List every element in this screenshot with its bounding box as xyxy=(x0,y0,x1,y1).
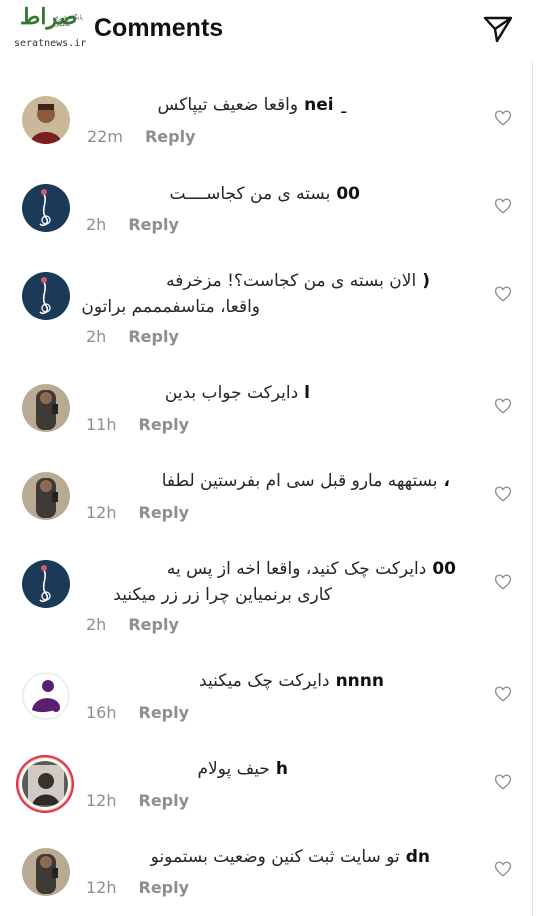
comment-meta: 12h Reply xyxy=(86,878,189,897)
comment-item: nnnn دایرکت چک میکنید 16h Reply xyxy=(0,652,540,740)
reply-button[interactable]: Reply xyxy=(139,791,190,810)
comment-username[interactable]: 00 xyxy=(432,559,456,579)
comment-time: 2h xyxy=(86,327,107,346)
send-icon[interactable] xyxy=(482,14,514,44)
comment-text: 00بسته ی من کجاســــت xyxy=(170,181,360,207)
comment-item: ˍ neiواقعا ضعیف تیپاکس 22m Reply xyxy=(0,76,540,164)
heart-icon[interactable] xyxy=(494,485,512,503)
comment-body: حیف پولام xyxy=(197,759,270,779)
comment-text: (الان بسته ی من کجاست؟! مزخرفه xyxy=(166,268,430,294)
heart-icon[interactable] xyxy=(494,573,512,591)
comment-item: 00بسته ی من کجاســــت 2h Reply xyxy=(0,164,540,252)
watermark-logo: صراط پایگاه خبری تحلیلی seratnews.ir xyxy=(14,4,98,54)
comment-time: 12h xyxy=(86,791,117,810)
comment-body: واقعا ضعیف تیپاکس xyxy=(157,95,299,115)
page-title: Comments xyxy=(94,14,224,42)
comment-time: 12h xyxy=(86,503,117,522)
reply-button[interactable]: Reply xyxy=(145,127,196,146)
comment-body: دایرکت چک کنید، واقعا اخه از پس یه xyxy=(166,559,427,579)
avatar[interactable] xyxy=(22,184,70,232)
avatar[interactable] xyxy=(22,472,70,520)
comment-item: 00دایرکت چک کنید، واقعا اخه از پس یه کار… xyxy=(0,540,540,634)
comment-username[interactable]: ، xyxy=(444,471,450,491)
reply-button[interactable]: Reply xyxy=(139,415,190,434)
comment-meta: 22m Reply xyxy=(87,127,196,146)
comment-meta: 2h Reply xyxy=(86,327,179,346)
comment-meta: 2h Reply xyxy=(86,615,179,634)
reply-button[interactable]: Reply xyxy=(139,703,190,722)
avatar-story[interactable] xyxy=(16,755,74,813)
avatar[interactable] xyxy=(22,672,70,720)
reply-button[interactable]: Reply xyxy=(128,327,179,346)
comment-text: ادایرکت جواب بدین xyxy=(165,380,310,406)
watermark-url: seratnews.ir xyxy=(14,38,87,49)
comment-username[interactable]: ا xyxy=(304,383,310,403)
comment-meta: 11h Reply xyxy=(86,415,189,434)
comment-body: تو سایت ثبت کنین وضعیت بستمونو xyxy=(150,847,400,867)
comment-body: دایرکت جواب بدین xyxy=(164,383,299,403)
comment-text: nnnn دایرکت چک میکنید xyxy=(199,668,384,694)
comments-header: صراط پایگاه خبری تحلیلی seratnews.ir Com… xyxy=(0,0,540,62)
comment-item: ادایرکت جواب بدین 11h Reply xyxy=(0,364,540,452)
heart-icon[interactable] xyxy=(494,773,512,791)
heart-icon[interactable] xyxy=(494,197,512,215)
heart-icon[interactable] xyxy=(494,860,512,878)
comment-item: (الان بسته ی من کجاست؟! مزخرفه واقعا، مت… xyxy=(0,252,540,346)
comment-meta: 2h Reply xyxy=(86,215,179,234)
comment-time: 2h xyxy=(86,215,107,234)
comment-username[interactable]: ( xyxy=(422,271,430,291)
comment-time: 11h xyxy=(86,415,117,434)
avatar[interactable] xyxy=(22,560,70,608)
comment-item: ، بستههه مارو قبل سی ام بفرستین لطفا 12h R… xyxy=(0,452,540,540)
comment-text: 00دایرکت چک کنید، واقعا اخه از پس یه xyxy=(167,556,456,582)
comment-text: dn تو سایت ثبت کنین وضعیت بستمونو xyxy=(151,844,430,870)
comment-body: الان بسته ی من کجاست؟! مزخرفه xyxy=(166,271,417,291)
avatar[interactable] xyxy=(22,848,70,896)
comment-body: بستههه مارو قبل سی ام بفرستین لطفا xyxy=(161,471,438,491)
comment-meta: 12h Reply xyxy=(86,791,189,810)
avatar[interactable] xyxy=(22,96,70,144)
comment-username[interactable]: 00 xyxy=(336,184,360,204)
heart-icon[interactable] xyxy=(494,397,512,415)
comment-text-line2: واقعا، متاسفمممم براتون xyxy=(81,297,260,317)
comment-time: 16h xyxy=(86,703,117,722)
reply-button[interactable]: Reply xyxy=(128,215,179,234)
avatar[interactable] xyxy=(22,272,70,320)
comment-text: ، بستههه مارو قبل سی ام بفرستین لطفا xyxy=(162,468,450,494)
heart-icon[interactable] xyxy=(494,285,512,303)
comment-item: dn تو سایت ثبت کنین وضعیت بستمونو 12h Repl… xyxy=(0,828,540,916)
watermark-subtitle: پایگاه خبری تحلیلی xyxy=(54,14,83,28)
comment-item: h حیف پولام 12h Reply xyxy=(0,740,540,828)
comment-body: دایرکت چک میکنید xyxy=(199,671,330,691)
reply-button[interactable]: Reply xyxy=(139,503,190,522)
heart-icon[interactable] xyxy=(494,109,512,127)
comment-body: بسته ی من کجاســــت xyxy=(169,184,331,204)
comment-text: h حیف پولام xyxy=(198,756,288,782)
avatar[interactable] xyxy=(22,384,70,432)
comment-username[interactable]: nnnn xyxy=(336,671,384,691)
comment-time: 12h xyxy=(86,878,117,897)
comment-username[interactable]: h xyxy=(276,759,288,779)
comment-text: ˍ neiواقعا ضعیف تیپاکس xyxy=(158,92,348,118)
reply-button[interactable]: Reply xyxy=(139,878,190,897)
comment-text-line2: کاری برنمیاین چرا زر زر میکنید xyxy=(113,585,332,605)
reply-button[interactable]: Reply xyxy=(128,615,179,634)
comment-meta: 12h Reply xyxy=(86,503,189,522)
comment-username[interactable]: dn xyxy=(406,847,430,867)
comment-meta: 16h Reply xyxy=(86,703,189,722)
comment-time: 22m xyxy=(87,127,123,146)
comment-time: 2h xyxy=(86,615,107,634)
heart-icon[interactable] xyxy=(494,685,512,703)
comment-username[interactable]: ˍ nei xyxy=(304,95,348,115)
